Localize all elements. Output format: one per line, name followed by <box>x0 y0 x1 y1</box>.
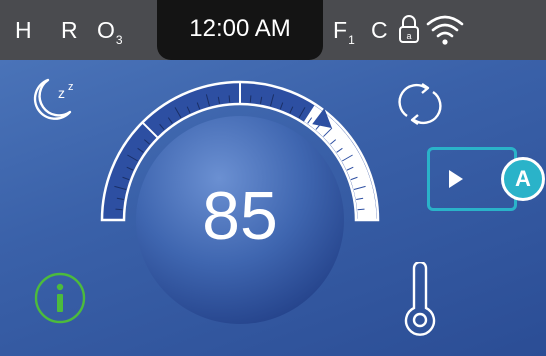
dial-tick <box>228 95 231 103</box>
dial-tick <box>115 208 123 211</box>
thermostat-panel: H R O3 12:00 AM F1 C a z z 85 A <box>0 0 546 356</box>
callout-badge: A <box>501 157 545 201</box>
dial-tick <box>357 208 365 211</box>
info-icon[interactable] <box>33 271 87 325</box>
dial-tick <box>249 95 252 103</box>
temperature-readout: 85 <box>202 178 278 254</box>
thermometer-icon[interactable] <box>397 262 443 338</box>
